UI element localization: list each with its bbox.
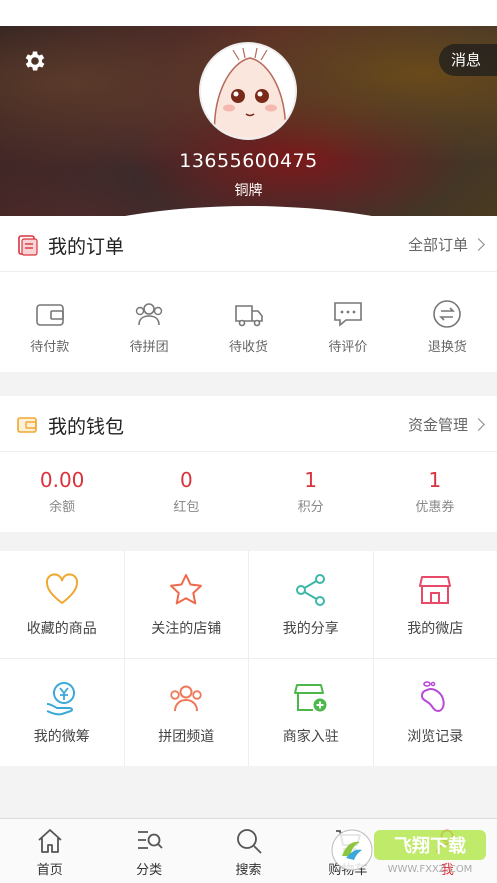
shop-icon <box>419 575 452 604</box>
member-level: 铜牌 <box>234 183 263 199</box>
wallet-title: 我的钱包 <box>48 416 125 438</box>
wallet-points[interactable]: 1 积分 <box>249 452 373 532</box>
avatar[interactable] <box>199 42 297 140</box>
order-item-label: 待付款 <box>30 340 70 355</box>
order-returns[interactable]: 退换货 <box>398 272 497 372</box>
merchant-onboarding[interactable]: 商家入驻 <box>249 659 373 766</box>
header-curve <box>0 206 497 216</box>
order-item-label: 待拼团 <box>129 340 169 355</box>
wallet-card-icon <box>17 417 37 433</box>
user-phone: 13655600475 <box>179 150 318 172</box>
fund-management-link[interactable]: 资金管理 <box>408 414 485 435</box>
wallet-card: 我的钱包 资金管理 0.00 余额 0 红包 1 积分 1 优惠券 <box>0 396 497 532</box>
wallet-stats-row: 0.00 余额 0 红包 1 积分 1 优惠券 <box>0 452 497 532</box>
status-bar <box>0 0 497 26</box>
wallet-header[interactable]: 我的钱包 资金管理 <box>0 396 497 452</box>
comment-icon <box>334 302 362 327</box>
bottom-tab-bar: 首页 分类 搜索 购物车 我 <box>0 818 497 883</box>
favorite-goods[interactable]: 收藏的商品 <box>0 551 124 658</box>
profile-icon <box>436 829 459 854</box>
order-item-label: 待收货 <box>229 340 269 355</box>
tab-profile[interactable]: 我 <box>398 819 497 883</box>
my-crowdfunding[interactable]: 我的微筹 <box>0 659 124 766</box>
order-pending-payment[interactable]: 待付款 <box>0 272 99 372</box>
tab-home[interactable]: 首页 <box>0 819 99 883</box>
tab-search[interactable]: 搜索 <box>199 819 298 883</box>
orders-title: 我的订单 <box>48 236 125 258</box>
home-icon <box>38 829 62 853</box>
services-grid: 收藏的商品 关注的店铺 我的分享 我的微店 我的微筹 拼团频道 商家入驻 浏览记… <box>0 551 497 766</box>
share-icon <box>295 573 325 606</box>
group-icon <box>135 303 163 326</box>
truck-icon <box>234 305 263 327</box>
all-orders-link[interactable]: 全部订单 <box>408 234 485 255</box>
wallet-balance[interactable]: 0.00 余额 <box>0 452 124 532</box>
wallet-coupons[interactable]: 1 优惠券 <box>373 452 497 532</box>
orders-card: 我的订单 全部订单 待付款 待拼团 待收货 待评价 退换货 <box>0 216 497 372</box>
my-shares[interactable]: 我的分享 <box>249 551 373 658</box>
search-icon <box>236 829 262 854</box>
order-pending-group[interactable]: 待拼团 <box>99 272 198 372</box>
wallet-red-packet[interactable]: 0 红包 <box>124 452 248 532</box>
tab-category[interactable]: 分类 <box>99 819 198 883</box>
group-channel-icon <box>170 685 202 711</box>
merchant-icon <box>293 683 327 711</box>
orders-header[interactable]: 我的订单 全部订单 <box>0 216 497 272</box>
star-icon <box>170 573 203 604</box>
group-buy-channel[interactable]: 拼团频道 <box>124 659 248 766</box>
order-status-row: 待付款 待拼团 待收货 待评价 退换货 <box>0 272 497 372</box>
chevron-right-icon <box>472 238 485 251</box>
crowdfund-icon <box>46 681 75 715</box>
order-pending-review[interactable]: 待评价 <box>298 272 397 372</box>
cart-icon <box>335 830 361 852</box>
followed-shops[interactable]: 关注的店铺 <box>124 551 248 658</box>
category-icon <box>138 831 163 849</box>
settings-gear-icon[interactable] <box>22 48 48 74</box>
my-micro-shop[interactable]: 我的微店 <box>373 551 497 658</box>
tab-cart[interactable]: 购物车 <box>298 819 397 883</box>
order-doc-icon <box>18 235 38 256</box>
wallet-icon <box>35 304 64 326</box>
avatar-illustration-icon <box>213 47 287 138</box>
return-icon <box>433 300 462 328</box>
message-button[interactable]: 消息 <box>439 44 497 76</box>
footprint-icon <box>421 680 445 712</box>
chevron-right-icon <box>472 418 485 431</box>
browsing-history[interactable]: 浏览记录 <box>373 659 497 766</box>
order-item-label: 待评价 <box>328 340 368 355</box>
order-pending-receipt[interactable]: 待收货 <box>199 272 298 372</box>
heart-icon <box>45 572 78 604</box>
order-item-label: 退换货 <box>427 340 467 355</box>
